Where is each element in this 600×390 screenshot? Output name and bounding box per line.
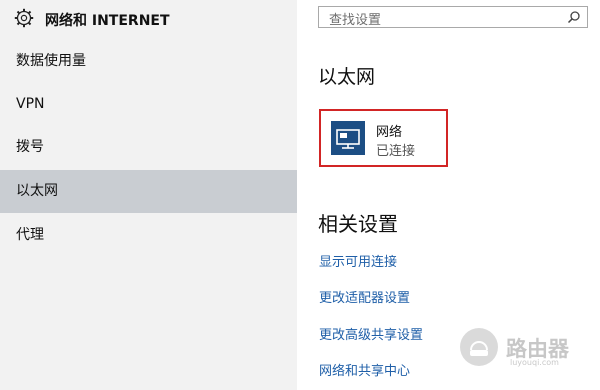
ethernet-icon: [331, 121, 365, 155]
sidebar-item-data-usage[interactable]: 数据使用量: [0, 40, 297, 83]
sidebar-item-dialup[interactable]: 拨号: [0, 126, 297, 169]
sidebar-header: 网络和 INTERNET: [0, 0, 297, 38]
network-card[interactable]: 网络 已连接: [319, 109, 448, 167]
show-available-connections-link[interactable]: 显示可用连接: [319, 251, 397, 270]
page-title: 以太网: [318, 66, 376, 88]
search-input[interactable]: 查找设置: [318, 6, 588, 28]
related-settings-title: 相关设置: [318, 212, 398, 236]
gear-icon: [14, 8, 34, 28]
watermark-subtext: luyouqi.com: [510, 358, 559, 367]
sidebar-item-proxy[interactable]: 代理: [0, 214, 297, 257]
network-name: 网络: [376, 125, 403, 140]
watermark-logo-icon: [460, 328, 498, 366]
change-adapter-settings-link[interactable]: 更改适配器设置: [319, 287, 410, 306]
page-header-title: 网络和 INTERNET: [45, 13, 170, 29]
sidebar: 网络和 INTERNET 数据使用量 VPN 拨号 以太网 代理: [0, 0, 297, 390]
sidebar-item-ethernet[interactable]: 以太网: [0, 170, 297, 213]
search-placeholder: 查找设置: [329, 13, 382, 28]
change-advanced-sharing-link[interactable]: 更改高级共享设置: [319, 324, 423, 343]
search-icon[interactable]: [567, 10, 581, 24]
network-sharing-center-link[interactable]: 网络和共享中心: [319, 360, 410, 379]
watermark: 路由器 luyouqi.com: [460, 327, 590, 367]
network-status: 已连接: [376, 144, 416, 159]
sidebar-item-vpn[interactable]: VPN: [0, 83, 297, 126]
